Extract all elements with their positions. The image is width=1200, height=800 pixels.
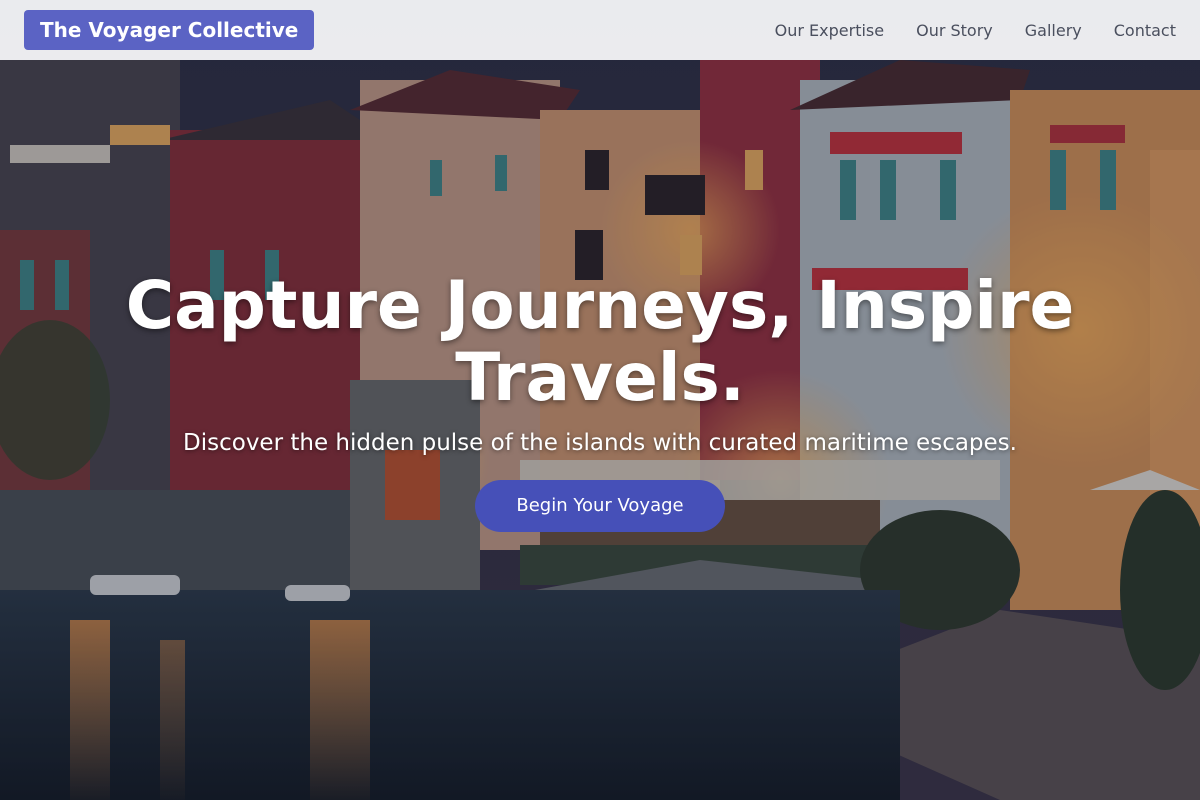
hero-title: Capture Journeys, Inspire Travels. — [125, 267, 1075, 416]
nav-link-our-story[interactable]: Our Story — [916, 21, 993, 40]
nav-link-contact[interactable]: Contact — [1114, 21, 1176, 40]
nav-link-gallery[interactable]: Gallery — [1025, 21, 1082, 40]
nav-links: Our Expertise Our Story Gallery Contact — [775, 21, 1176, 40]
hero-content: Capture Journeys, Inspire Travels. Disco… — [0, 270, 1200, 532]
hero-section: Capture Journeys, Inspire Travels. Disco… — [0, 0, 1200, 800]
top-navbar: The Voyager Collective Our Expertise Our… — [0, 0, 1200, 60]
hero-subtitle: Discover the hidden pulse of the islands… — [183, 430, 1017, 456]
nav-link-our-expertise[interactable]: Our Expertise — [775, 21, 884, 40]
brand-logo[interactable]: The Voyager Collective — [24, 10, 315, 50]
begin-voyage-button[interactable]: Begin Your Voyage — [475, 480, 725, 532]
